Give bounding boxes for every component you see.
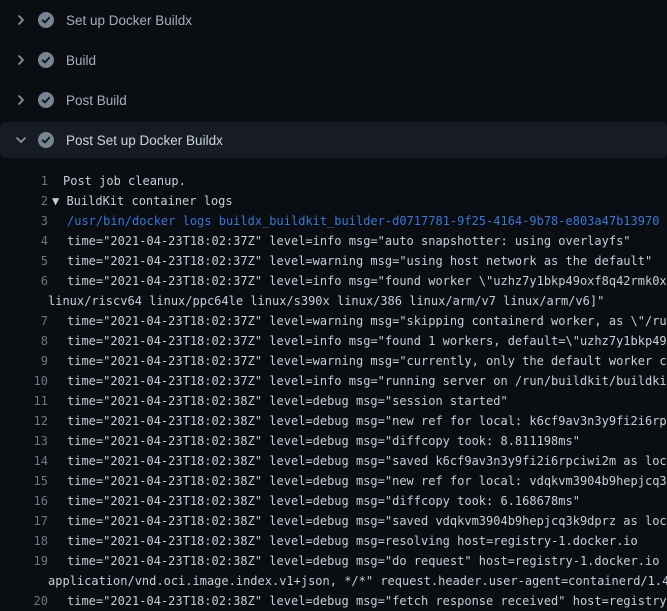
log-line-number[interactable]: 20	[0, 591, 48, 611]
log-line: 2▼ BuildKit container logs	[0, 191, 667, 211]
check-circle-icon	[38, 52, 54, 68]
check-circle-icon	[38, 132, 54, 148]
step-row-set-up-docker-buildx[interactable]: Set up Docker Buildx	[0, 0, 667, 40]
log-line: 11time="2021-04-23T18:02:38Z" level=debu…	[0, 391, 667, 411]
log-line-number	[0, 291, 48, 311]
step-label: Post Set up Docker Buildx	[66, 133, 223, 148]
step-label: Set up Docker Buildx	[66, 13, 192, 28]
log-line-number[interactable]: 8	[0, 331, 48, 351]
log-line: 13time="2021-04-23T18:02:38Z" level=debu…	[0, 431, 667, 451]
log-text: time="2021-04-23T18:02:38Z" level=debug …	[48, 591, 667, 611]
log-line-number[interactable]: 12	[0, 411, 48, 431]
log-line-number[interactable]: 13	[0, 431, 48, 451]
log-line-number[interactable]: 15	[0, 471, 48, 491]
check-circle-icon	[38, 92, 54, 108]
log-line: 17time="2021-04-23T18:02:38Z" level=debu…	[0, 511, 667, 531]
log-text: time="2021-04-23T18:02:37Z" level=info m…	[48, 331, 667, 351]
log-line: 16time="2021-04-23T18:02:38Z" level=debu…	[0, 491, 667, 511]
log-line: 8time="2021-04-23T18:02:37Z" level=info …	[0, 331, 667, 351]
group-title[interactable]: BuildKit container logs	[59, 194, 232, 208]
log-text: time="2021-04-23T18:02:38Z" level=debug …	[48, 491, 580, 511]
log-line-number[interactable]: 9	[0, 351, 48, 371]
log-text: time="2021-04-23T18:02:38Z" level=debug …	[48, 431, 580, 451]
step-row-build[interactable]: Build	[0, 40, 667, 80]
step-row-post-set-up-docker-buildx[interactable]: Post Set up Docker Buildx	[0, 122, 667, 158]
log-line-number	[0, 571, 48, 591]
log-line-number[interactable]: 19	[0, 551, 48, 571]
log-line-number[interactable]: 3	[0, 211, 48, 231]
chevron-right-icon[interactable]	[13, 12, 29, 28]
check-circle-icon	[38, 12, 54, 28]
log-text: time="2021-04-23T18:02:38Z" level=debug …	[48, 391, 508, 411]
log-line-number[interactable]: 16	[0, 491, 48, 511]
log-line-number[interactable]: 1	[0, 171, 48, 191]
log-line-number[interactable]: 5	[0, 251, 48, 271]
chevron-right-icon[interactable]	[13, 92, 29, 108]
log-text: time="2021-04-23T18:02:38Z" level=debug …	[48, 531, 638, 551]
log-text: time="2021-04-23T18:02:37Z" level=info m…	[48, 271, 667, 291]
log-line: 14time="2021-04-23T18:02:38Z" level=debu…	[0, 451, 667, 471]
chevron-right-icon[interactable]	[13, 52, 29, 68]
log-line: 15time="2021-04-23T18:02:38Z" level=debu…	[0, 471, 667, 491]
log-text: time="2021-04-23T18:02:38Z" level=debug …	[48, 551, 667, 571]
log-line-number[interactable]: 7	[0, 311, 48, 331]
log-viewer: 1Post job cleanup.2▼ BuildKit container …	[0, 160, 667, 611]
log-text: time="2021-04-23T18:02:38Z" level=debug …	[48, 471, 667, 491]
log-text: time="2021-04-23T18:02:37Z" level=info m…	[48, 231, 631, 251]
log-text: time="2021-04-23T18:02:37Z" level=info m…	[48, 371, 667, 391]
log-line: 3/usr/bin/docker logs buildx_buildkit_bu…	[0, 211, 667, 231]
log-line-number[interactable]: 6	[0, 271, 48, 291]
log-group-header: ▼ BuildKit container logs	[48, 191, 233, 211]
log-line: 10time="2021-04-23T18:02:37Z" level=info…	[0, 371, 667, 391]
log-line-number[interactable]: 2	[0, 191, 48, 211]
log-line-number[interactable]: 4	[0, 231, 48, 251]
log-line-number[interactable]: 17	[0, 511, 48, 531]
log-line: 5time="2021-04-23T18:02:37Z" level=warni…	[0, 251, 667, 271]
log-line: 9time="2021-04-23T18:02:37Z" level=warni…	[0, 351, 667, 371]
log-line: 12time="2021-04-23T18:02:38Z" level=debu…	[0, 411, 667, 431]
step-label: Build	[66, 53, 96, 68]
log-text: application/vnd.oci.image.index.v1+json,…	[48, 571, 667, 591]
log-text: time="2021-04-23T18:02:37Z" level=warnin…	[48, 251, 652, 271]
log-line: 20time="2021-04-23T18:02:38Z" level=debu…	[0, 591, 667, 611]
step-row-post-build[interactable]: Post Build	[0, 80, 667, 120]
log-text: time="2021-04-23T18:02:37Z" level=warnin…	[48, 351, 667, 371]
log-text: time="2021-04-23T18:02:38Z" level=debug …	[48, 511, 667, 531]
log-line-number[interactable]: 18	[0, 531, 48, 551]
log-line: 18time="2021-04-23T18:02:38Z" level=debu…	[0, 531, 667, 551]
step-list: Set up Docker Buildx Build Post Build Post …	[0, 0, 667, 158]
log-line-number[interactable]: 14	[0, 451, 48, 471]
log-text: time="2021-04-23T18:02:38Z" level=debug …	[48, 451, 667, 471]
log-line-continuation: linux/riscv64 linux/ppc64le linux/s390x …	[0, 291, 667, 311]
log-line: 7time="2021-04-23T18:02:37Z" level=warni…	[0, 311, 667, 331]
step-label: Post Build	[66, 93, 127, 108]
log-line: 4time="2021-04-23T18:02:37Z" level=info …	[0, 231, 667, 251]
log-line: 6time="2021-04-23T18:02:37Z" level=info …	[0, 271, 667, 291]
log-line: 19time="2021-04-23T18:02:38Z" level=debu…	[0, 551, 667, 571]
log-line-continuation: application/vnd.oci.image.index.v1+json,…	[0, 571, 667, 591]
command-text: /usr/bin/docker logs buildx_buildkit_bui…	[48, 211, 659, 231]
log-text: Post job cleanup.	[48, 171, 186, 191]
log-line: 1Post job cleanup.	[0, 171, 667, 191]
chevron-down-icon[interactable]	[13, 132, 29, 148]
log-line-number[interactable]: 11	[0, 391, 48, 411]
log-line-number[interactable]: 10	[0, 371, 48, 391]
log-text: time="2021-04-23T18:02:38Z" level=debug …	[48, 411, 667, 431]
log-text: linux/riscv64 linux/ppc64le linux/s390x …	[48, 291, 604, 311]
log-text: time="2021-04-23T18:02:37Z" level=warnin…	[48, 311, 667, 331]
